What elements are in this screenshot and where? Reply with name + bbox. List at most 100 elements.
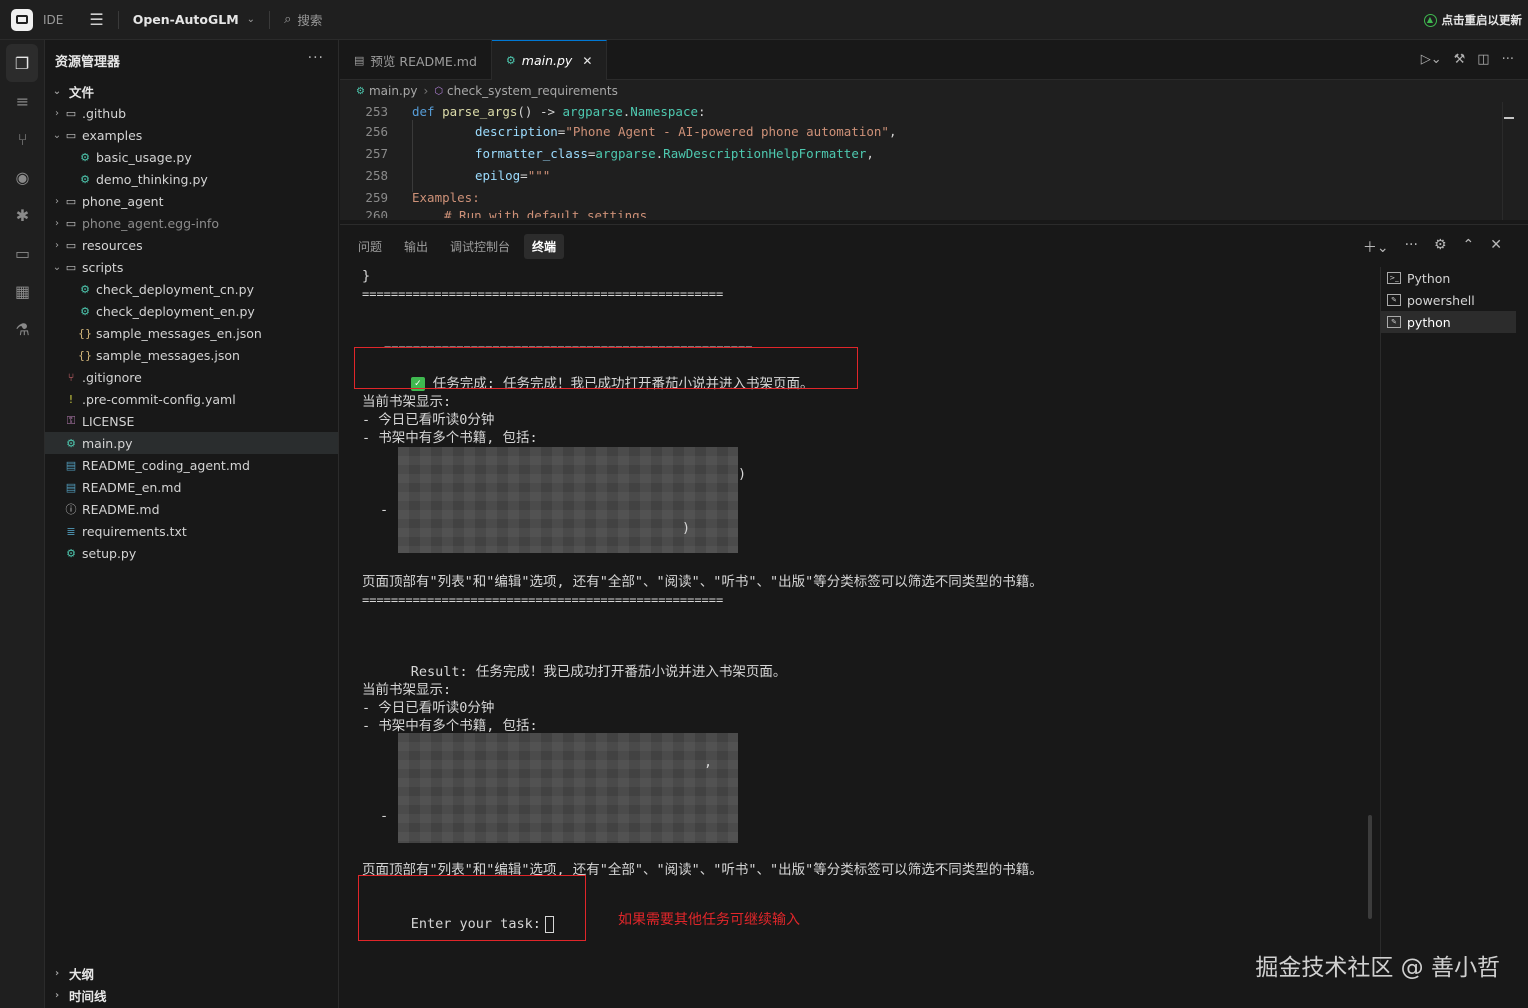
debug-bug-icon[interactable]: ✱	[0, 196, 45, 234]
terminal-item-python-active[interactable]: ✎ python	[1381, 311, 1516, 333]
breadcrumb-symbol[interactable]: check_system_requirements	[447, 84, 618, 98]
tree-file[interactable]: {} sample_messages.json	[45, 344, 338, 366]
tree-file[interactable]: {} sample_messages_en.json	[45, 322, 338, 344]
explorer-sidebar: 资源管理器 ··· ⌄ 文件 › ▭ .github ⌄ ▭ examples ⚙ basic…	[45, 40, 339, 1008]
testing-flask-icon[interactable]: ⚗	[0, 310, 45, 348]
timeline-section[interactable]: › 时间线	[45, 984, 339, 1006]
terminal-settings-icon[interactable]: ⚙	[1434, 237, 1447, 257]
tree-file[interactable]: ⚙ check_deployment_en.py	[45, 300, 338, 322]
chevron-down-icon[interactable]: ⌄	[247, 14, 255, 25]
compare-icon[interactable]: ⚒	[1454, 52, 1466, 67]
preview-eye-icon[interactable]: ◉	[0, 158, 45, 196]
code-line: 259 Examples:	[340, 186, 1528, 208]
outline-section[interactable]: › 大纲	[45, 962, 339, 984]
folder-icon: ▭	[65, 128, 77, 142]
tab-debug-console[interactable]: 调试控制台	[442, 234, 518, 259]
editor-actions: ▷⌄ ⚒ ◫ ···	[1421, 52, 1514, 67]
py-icon: ⚙	[66, 436, 76, 450]
highlight-box-prompt	[358, 875, 586, 941]
tree-folder[interactable]: ⌄ ▭ scripts	[45, 256, 338, 278]
add-terminal-icon[interactable]: ＋⌄	[1363, 237, 1389, 257]
timeline-label: 时间线	[69, 988, 107, 1004]
tree-item-label: main.py	[82, 435, 133, 451]
breadcrumb-file[interactable]: main.py	[369, 84, 418, 98]
tree-folder[interactable]: ⌄ ▭ examples	[45, 124, 338, 146]
terminal-line: 当前书架显示:	[362, 394, 452, 410]
line-number: 253	[365, 103, 388, 119]
tree-folder[interactable]: › ▭ resources	[45, 234, 338, 256]
tree-item-label: phone_agent.egg-info	[82, 215, 219, 231]
run-icon[interactable]: ▷⌄	[1421, 52, 1442, 67]
chevron-right-icon: ›	[55, 239, 59, 251]
tree-folder[interactable]: › ▭ phone_agent.egg-info	[45, 212, 338, 234]
tree-file[interactable]: ⚙ basic_usage.py	[45, 146, 338, 168]
source-control-icon[interactable]: ⑂	[0, 120, 45, 158]
terminal-item-powershell[interactable]: ✎ powershell	[1381, 289, 1516, 311]
terminal-output[interactable]: } ======================================…	[354, 267, 1362, 987]
terminal-line: ========================================…	[362, 287, 724, 301]
more-actions-icon[interactable]: ···	[308, 50, 324, 66]
tree-file[interactable]: ⚙ main.py	[45, 432, 338, 454]
highlight-box-task-done	[354, 347, 858, 389]
search-activity-icon[interactable]: ≡	[0, 82, 45, 120]
app-logo-icon[interactable]	[11, 8, 33, 31]
tree-item-label: requirements.txt	[82, 523, 187, 539]
update-label: 点击重启以更新	[1441, 13, 1523, 27]
terminal-line: -	[380, 502, 389, 518]
tree-folder[interactable]: › ▭ phone_agent	[45, 190, 338, 212]
update-button[interactable]: ▲ 点击重启以更新	[1423, 12, 1523, 28]
tree-file[interactable]: ▤ README_en.md	[45, 476, 338, 498]
tab-readme-preview[interactable]: ▤ 预览 README.md	[340, 40, 492, 80]
tab-main-py[interactable]: ⚙ main.py ✕	[491, 40, 608, 80]
line-number: 258	[365, 167, 388, 183]
search-icon[interactable]: ⌕	[284, 12, 291, 27]
tab-output[interactable]: 输出	[396, 234, 436, 259]
tree-item-label: examples	[82, 127, 143, 143]
info-icon: ⓘ	[65, 503, 77, 516]
chevron-right-icon: ›	[55, 217, 59, 229]
pixelated-redaction	[398, 447, 738, 553]
close-icon[interactable]: ✕	[582, 54, 592, 68]
tree-root[interactable]: ⌄ 文件	[45, 80, 338, 102]
code-line: 258 epilog = """	[340, 164, 1528, 186]
tree-item-label: README_en.md	[82, 479, 182, 495]
py-icon: ⚙	[80, 172, 90, 186]
tree-item-label: .pre-commit-config.yaml	[82, 391, 236, 407]
extensions-icon[interactable]: ▦	[0, 272, 45, 310]
maximize-panel-icon[interactable]: ⌃	[1463, 237, 1475, 257]
editor-tabs: ▤ 预览 README.md ⚙ main.py ✕ ▷⌄ ⚒ ◫ ···	[340, 40, 1528, 80]
close-panel-icon[interactable]: ✕	[1490, 237, 1502, 257]
explorer-icon[interactable]: ❐	[6, 44, 38, 82]
tree-file[interactable]: ⚿ LICENSE	[45, 410, 338, 432]
tree-item-label: sample_messages.json	[96, 347, 240, 363]
terminal-item-python[interactable]: >_ Python	[1381, 267, 1516, 289]
remote-monitor-icon[interactable]: ▭	[0, 234, 45, 272]
project-selector[interactable]: Open-AutoGLM	[133, 12, 239, 27]
tree-file[interactable]: ⑂ .gitignore	[45, 366, 338, 388]
editor-scrollbar[interactable]	[1502, 102, 1528, 220]
function-icon: ⬡	[434, 85, 444, 97]
code-view[interactable]: 253 def parse_args() -> argparse. Namespa…	[340, 102, 1528, 219]
tab-problems[interactable]: 问题	[350, 234, 390, 259]
menu-icon[interactable]: ☰	[89, 10, 103, 29]
more-actions-icon[interactable]: ···	[1502, 52, 1514, 67]
tree-file[interactable]: ▤ README_coding_agent.md	[45, 454, 338, 476]
tree-file[interactable]: ⚙ check_deployment_cn.py	[45, 278, 338, 300]
search-box[interactable]: 搜索	[297, 10, 322, 29]
more-actions-icon[interactable]: ···	[1405, 237, 1418, 257]
tree-item-label: check_deployment_cn.py	[96, 281, 254, 297]
chevron-right-icon: ›	[55, 107, 59, 119]
py-icon: ⚙	[66, 546, 76, 560]
tree-file[interactable]: ⚙ demo_thinking.py	[45, 168, 338, 190]
tab-terminal[interactable]: 终端	[524, 233, 565, 259]
tree-file[interactable]: ⚙ setup.py	[45, 542, 338, 564]
python-file-icon: ⚙	[356, 85, 365, 97]
split-editor-icon[interactable]: ◫	[1477, 52, 1489, 67]
tree-folder[interactable]: › ▭ .github	[45, 102, 338, 124]
tree-file[interactable]: ≣ requirements.txt	[45, 520, 338, 542]
tree-file[interactable]: ! .pre-commit-config.yaml	[45, 388, 338, 410]
terminal-scrollbar[interactable]	[1368, 815, 1372, 919]
tree-item-label: setup.py	[82, 545, 137, 561]
tree-file[interactable]: ⓘ README.md	[45, 498, 338, 520]
chevron-right-icon: ›	[54, 967, 60, 979]
